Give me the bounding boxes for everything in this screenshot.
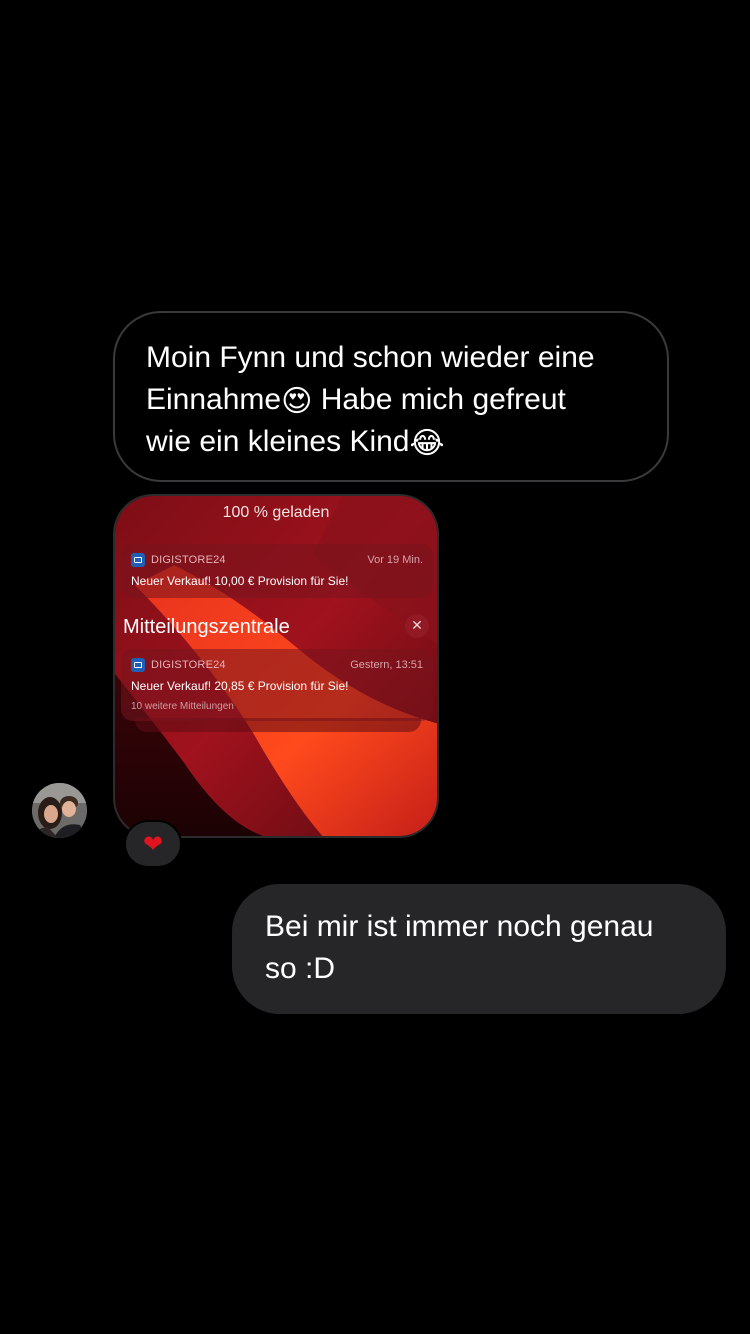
notification-card-1: DIGISTORE24 Vor 19 Min. Neuer Verkauf! 1… [121, 544, 433, 598]
charging-status: 100 % geladen [222, 504, 330, 521]
message-text-line-2b: Habe mich gefreut [312, 383, 566, 416]
more-notifications-label: 10 weitere Mitteilungen [131, 701, 234, 712]
notification-time: Gestern, 13:51 [350, 659, 423, 671]
notification-center-title: Mitteilungszentrale [123, 616, 290, 638]
avatar[interactable] [32, 783, 87, 838]
heart-icon: ❤ [142, 830, 164, 858]
message-text-line-1: Moin Fynn und schon wieder eine [146, 341, 595, 374]
avatar-photo [32, 783, 87, 838]
message-text-line-3: wie ein kleines Kind [146, 425, 410, 458]
incoming-message-bubble[interactable]: Moin Fynn und schon wieder eine Einnahme… [113, 311, 669, 482]
message-text-line-2a: Einnahme [146, 383, 282, 416]
notification-card-2: DIGISTORE24 Gestern, 13:51 Neuer Verkauf… [121, 649, 433, 721]
close-icon: ✕ [405, 614, 429, 638]
message-text-line-2: so :D [265, 952, 336, 985]
digistore-app-icon [131, 553, 145, 567]
notification-text: Neuer Verkauf! 20,85 € Provision für Sie… [131, 679, 349, 693]
notification-text: Neuer Verkauf! 10,00 € Provision für Sie… [131, 574, 349, 588]
tears-of-joy-emoji-icon: 😂 [409, 426, 445, 461]
outgoing-message-bubble[interactable]: Bei mir ist immer noch genau so :D [232, 884, 726, 1014]
digistore-app-icon [131, 658, 145, 672]
heart-eyes-emoji-icon: 😍 [281, 384, 313, 419]
notification-time: Vor 19 Min. [367, 554, 423, 566]
notification-app-name: DIGISTORE24 [151, 659, 226, 671]
heart-reaction[interactable]: ❤ [124, 820, 182, 868]
image-message[interactable]: 100 % geladen DIGISTORE24 Vor 19 Min. Ne… [113, 494, 439, 838]
message-text-line-1: Bei mir ist immer noch genau [265, 910, 654, 943]
notification-app-name: DIGISTORE24 [151, 554, 226, 566]
